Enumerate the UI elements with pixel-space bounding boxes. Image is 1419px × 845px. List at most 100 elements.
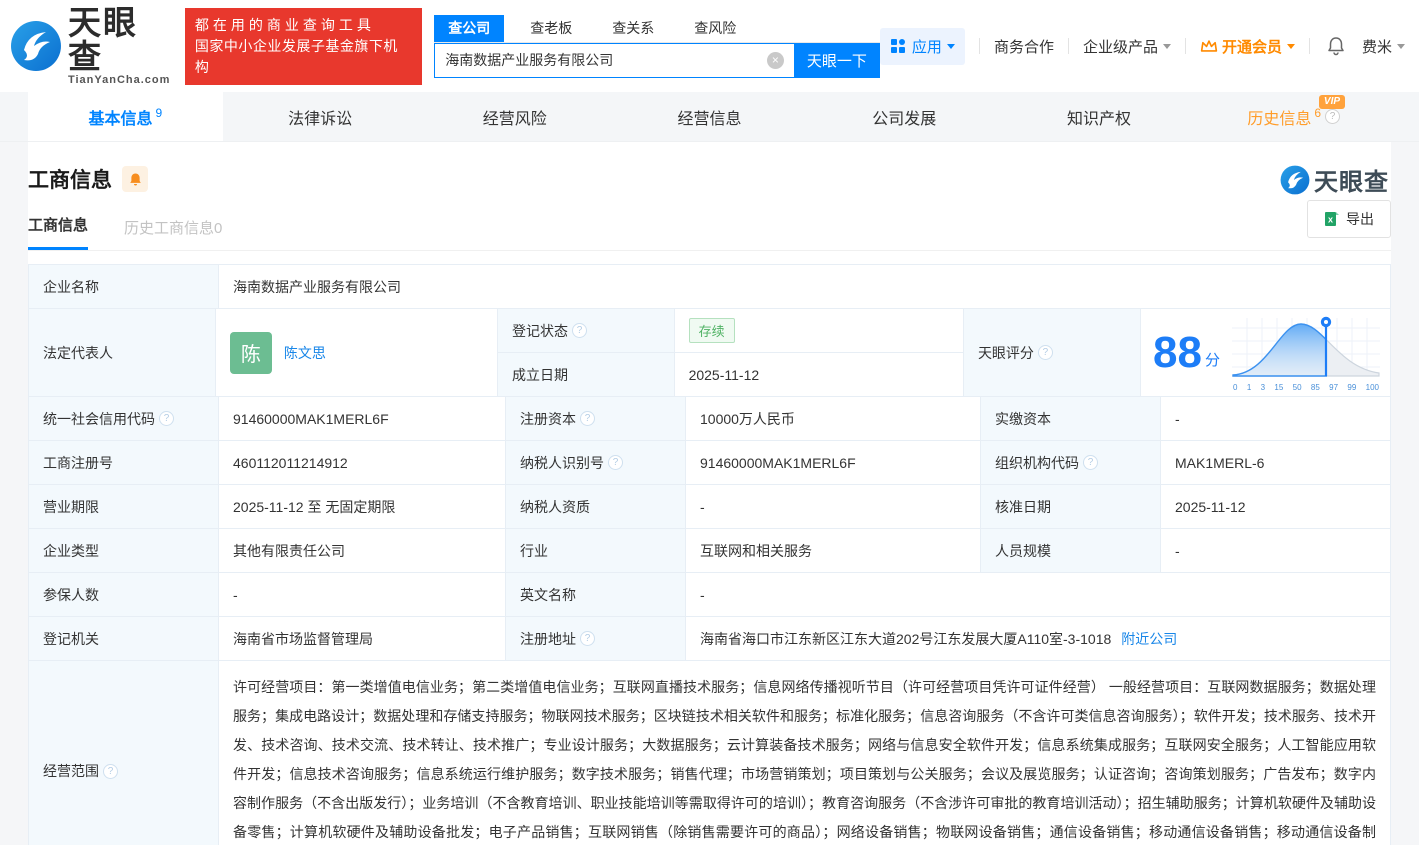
taxpayer-quality-label: 纳税人资质 — [506, 485, 686, 528]
help-icon[interactable]: ? — [580, 631, 595, 646]
table-row: 营业期限 2025-11-12 至 无固定期限 纳税人资质 - 核准日期 202… — [29, 485, 1390, 529]
table-row: 登记机关 海南省市场监督管理局 注册地址 ? 海南省海口市江东新区江东大道202… — [29, 617, 1390, 661]
help-icon[interactable]: ? — [1037, 345, 1053, 360]
tianyancha-logo[interactable]: 天眼查 TianYanCha.com — [10, 6, 173, 86]
tab-intellectual-property[interactable]: 知识产权 — [1002, 92, 1197, 141]
reg-number-label: 工商注册号 — [29, 441, 219, 484]
tab-operating-info[interactable]: 经营信息 — [612, 92, 807, 141]
industry-label: 行业 — [506, 529, 686, 572]
reg-number-value: 460112011214912 — [219, 441, 506, 484]
divider — [1184, 38, 1186, 54]
table-row: 法定代表人 陈 陈文思 登记状态 ? 成立日期 存续 2025-11-12 天眼… — [29, 309, 1390, 397]
reg-address-cell: 海南省海口市江东新区江东大道202号江东发展大厦A110室-3-1018 附近公… — [686, 617, 1390, 660]
paid-capital-value: - — [1175, 410, 1180, 427]
business-term-value: 2025-11-12 至 无固定期限 — [219, 485, 506, 528]
insured-label: 参保人数 — [29, 573, 219, 616]
approval-date-value: 2025-11-12 — [1175, 498, 1246, 515]
company-type-label: 企业类型 — [29, 529, 219, 572]
apps-menu[interactable]: 应用 — [879, 27, 965, 65]
credit-code-label: 统一社会信用代码 ? — [29, 397, 219, 440]
help-icon[interactable]: ? — [159, 411, 174, 426]
enterprise-products-menu[interactable]: 企业级产品 — [1083, 36, 1171, 57]
search-tab-risk[interactable]: 查风险 — [680, 15, 750, 42]
tab-legal-proceedings[interactable]: 法律诉讼 — [223, 92, 418, 141]
taxpayer-id-value: 91460000MAK1MERL6F — [686, 441, 981, 484]
help-icon[interactable]: ? — [1083, 455, 1098, 470]
top-nav: 应用 商务合作 企业级产品 开通会员 费米 — [879, 27, 1405, 65]
slogan-banner: 都在用的商业查询工具 国家中小企业发展子基金旗下机构 — [184, 7, 423, 85]
clear-search-icon[interactable]: × — [766, 51, 784, 69]
slogan-line2: 国家中小企业发展子基金旗下机构 — [194, 37, 398, 75]
watermark-brand: 天眼查 — [1314, 169, 1389, 196]
org-code-value: MAK1MERL-6 — [1175, 454, 1265, 471]
tab-legal-label: 法律诉讼 — [288, 110, 353, 128]
business-scope-label: 经营范围 ? — [29, 661, 219, 845]
english-name-label: 英文名称 — [506, 573, 686, 616]
tab-basic-info[interactable]: 基本信息 9 — [28, 92, 223, 141]
export-label: 导出 — [1346, 211, 1374, 227]
vip-crown-icon — [1200, 40, 1218, 52]
tab-history-info[interactable]: VIP 历史信息 6 ? — [1196, 92, 1391, 141]
search-tabs: 查公司 查老板 查关系 查风险 — [434, 14, 880, 43]
svg-text:x: x — [1328, 215, 1333, 225]
tab-ip-label: 知识产权 — [1066, 110, 1131, 128]
help-icon[interactable]: ? — [103, 763, 118, 779]
nearby-companies-link[interactable]: 附近公司 — [1121, 629, 1177, 649]
reg-authority-label: 登记机关 — [29, 617, 219, 660]
credit-code-value: 91460000MAK1MERL6F — [219, 397, 506, 440]
legal-rep-link[interactable]: 陈文思 — [284, 343, 326, 363]
open-vip-menu[interactable]: 开通会员 — [1200, 36, 1295, 57]
help-icon[interactable]: ? — [580, 411, 595, 426]
est-date-value: 2025-11-12 — [688, 366, 760, 383]
vip-badge: VIP — [1318, 95, 1346, 109]
reg-authority-value: 海南省市场监督管理局 — [219, 617, 506, 660]
tab-company-development[interactable]: 公司发展 — [807, 92, 1002, 141]
subtab-business-info[interactable]: 工商信息 — [28, 214, 89, 250]
chevron-down-icon — [1162, 43, 1171, 49]
export-button[interactable]: x 导出 — [1307, 200, 1391, 238]
avatar[interactable]: 陈 — [229, 331, 272, 374]
help-icon[interactable]: ? — [571, 323, 587, 338]
score-label: 天眼评分 ? — [963, 309, 1142, 396]
tianyancha-logo-icon — [1280, 165, 1310, 194]
help-icon[interactable]: ? — [608, 455, 623, 470]
divider — [1067, 38, 1069, 54]
reg-capital-value: 10000万人民币 — [686, 397, 981, 440]
taxpayer-id-label: 纳税人识别号 ? — [506, 441, 686, 484]
score-unit: 分 — [1205, 352, 1221, 369]
subtab-history-business-info[interactable]: 历史工商信息0 — [124, 217, 222, 250]
reg-status-label: 登记状态 ? — [497, 309, 674, 353]
company-name-label: 企业名称 — [29, 265, 219, 308]
subscribe-bell-button[interactable] — [122, 166, 148, 192]
score-distribution-chart: 01 3 15 50 85 97 99 100 — [1230, 314, 1382, 392]
tab-basic-info-label: 基本信息 — [88, 110, 153, 128]
search-tab-boss[interactable]: 查老板 — [516, 15, 586, 42]
notifications-button[interactable] — [1326, 36, 1346, 56]
search-button[interactable]: 天眼一下 — [793, 42, 880, 78]
search-input[interactable] — [434, 42, 794, 78]
divider — [978, 38, 980, 54]
user-menu[interactable]: 费米 — [1362, 36, 1405, 57]
tab-operating-risk[interactable]: 经营风险 — [417, 92, 612, 141]
search-tab-company[interactable]: 查公司 — [434, 14, 505, 42]
est-date-label: 成立日期 — [511, 366, 568, 383]
company-name-value: 海南数据产业服务有限公司 — [233, 278, 401, 295]
reg-capital-label: 注册资本 ? — [506, 397, 686, 440]
divider — [1308, 38, 1310, 54]
score-value: 88 — [1153, 327, 1202, 377]
brand-name: 天眼查 — [67, 4, 138, 75]
tianyancha-logo-icon — [10, 21, 61, 71]
legal-rep-label: 法定代表人 — [29, 309, 216, 396]
company-info-table: 企业名称 海南数据产业服务有限公司 法定代表人 陈 陈文思 登记状态 ? 成立日… — [28, 264, 1391, 845]
status-badge: 存续 — [688, 318, 735, 343]
apps-label: 应用 — [911, 38, 942, 56]
slogan-line1: 都在用的商业查询工具 — [194, 16, 375, 33]
score-cell[interactable]: 88 分 0 1 3 15 50 85 97 99 100 — [1141, 309, 1390, 396]
bell-icon — [1328, 37, 1344, 56]
business-cooperation-link[interactable]: 商务合作 — [994, 36, 1054, 57]
business-info-card: 工商信息 天眼查 工商信息 历史工商信息0 x 导出 企业名称 海南数据产业服务… — [28, 142, 1391, 845]
table-row: 经营范围 ? 许可经营项目：第一类增值电信业务；第二类增值电信业务；互联网直播技… — [29, 661, 1390, 845]
search-tab-relation[interactable]: 查关系 — [598, 15, 668, 42]
tab-history-label: 历史信息 — [1247, 110, 1312, 128]
help-icon[interactable]: ? — [1325, 109, 1341, 124]
